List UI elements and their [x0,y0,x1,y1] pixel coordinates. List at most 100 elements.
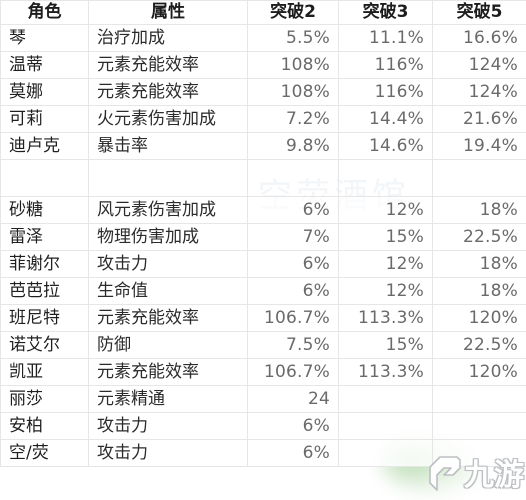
cell-ascension-2[interactable]: 108% [247,51,339,79]
table-row[interactable]: 雷泽 物理伤害加成 7% 15% 22.5% [0,223,526,251]
cell-ascension-3[interactable]: 15% [338,223,433,251]
table-header: 角色 属性 突破2 突破3 突破5 [0,0,526,25]
table-row[interactable]: 温蒂 元素充能效率 108% 116% 124% [0,51,526,79]
cell-character[interactable]: 诺艾尔 [0,331,89,359]
table-header-row: 角色 属性 突破2 突破3 突破5 [0,0,526,25]
cell-ascension-5[interactable]: 18% [432,250,526,278]
cell-character[interactable]: 菲谢尔 [0,250,89,278]
cell-attribute[interactable]: 火元素伤害加成 [88,105,248,133]
cell-ascension-5[interactable]: 22.5% [432,223,526,251]
cell-attribute[interactable]: 攻击力 [88,250,248,278]
cell-attribute[interactable]: 治疗加成 [88,24,248,52]
column-header-ascension-5[interactable]: 突破5 [432,0,526,25]
table-row[interactable]: 班尼特 元素充能效率 106.7% 113.3% 120% [0,304,526,332]
cell-ascension-2[interactable]: 5.5% [247,24,339,52]
cell-ascension-2[interactable]: 106.7% [247,358,339,386]
table-row[interactable]: 丽莎 元素精通 24 [0,385,526,413]
cell-ascension-2[interactable]: 9.8% [247,132,339,160]
cell-ascension-2[interactable]: 7.2% [247,105,339,133]
cell-ascension-2[interactable]: 106.7% [247,304,339,332]
cell-ascension-5[interactable]: 120% [432,358,526,386]
cell-ascension-3[interactable]: 11.1% [338,24,433,52]
cell-character[interactable]: 芭芭拉 [0,277,89,305]
cell-attribute[interactable]: 生命值 [88,277,248,305]
cell-ascension-5[interactable]: 120% [432,304,526,332]
cell-ascension-2[interactable]: 7% [247,223,339,251]
cell-ascension-3[interactable]: 113.3% [338,304,433,332]
table-row[interactable]: 菲谢尔 攻击力 6% 12% 18% [0,250,526,278]
cell-empty [338,412,433,440]
cell-ascension-3[interactable]: 116% [338,78,433,106]
cell-ascension-2[interactable]: 108% [247,78,339,106]
cell-ascension-2[interactable]: 7.5% [247,331,339,359]
cell-character[interactable]: 雷泽 [0,223,89,251]
cell-character[interactable]: 安柏 [0,412,89,440]
cell-ascension-3[interactable]: 12% [338,250,433,278]
spacer-cell [88,159,248,197]
cell-character[interactable]: 莫娜 [0,78,89,106]
cell-attribute[interactable]: 元素充能效率 [88,51,248,79]
cell-character[interactable]: 砂糖 [0,196,89,224]
cell-ascension-5[interactable]: 124% [432,51,526,79]
cell-attribute[interactable]: 元素充能效率 [88,78,248,106]
cell-ascension-5[interactable]: 18% [432,277,526,305]
cell-character[interactable]: 可莉 [0,105,89,133]
cell-ascension-5[interactable]: 22.5% [432,331,526,359]
column-header-character[interactable]: 角色 [0,0,89,25]
spacer-cell [247,159,339,197]
cell-ascension-2[interactable]: 6% [247,412,339,440]
spacer-cell [0,159,89,197]
spacer-cell [432,159,526,197]
cell-ascension-3[interactable]: 14.4% [338,105,433,133]
cell-attribute[interactable]: 攻击力 [88,439,248,467]
cell-ascension-5[interactable]: 19.4% [432,132,526,160]
cell-ascension-5[interactable]: 124% [432,78,526,106]
column-header-attribute[interactable]: 属性 [88,0,248,25]
cell-ascension-5[interactable]: 18% [432,196,526,224]
column-header-ascension-3[interactable]: 突破3 [338,0,433,25]
cell-empty [432,439,526,467]
cell-ascension-3[interactable]: 12% [338,277,433,305]
table-row[interactable]: 空/荧 攻击力 6% [0,439,526,467]
table-row[interactable]: 可莉 火元素伤害加成 7.2% 14.4% 21.6% [0,105,526,133]
column-header-ascension-2[interactable]: 突破2 [247,0,339,25]
cell-ascension-3[interactable]: 14.6% [338,132,433,160]
cell-character[interactable]: 凯亚 [0,358,89,386]
table-row[interactable]: 琴治疗加成 5.5% 11.1% 16.6% [0,24,526,52]
cell-ascension-3[interactable]: 116% [338,51,433,79]
cell-empty [432,412,526,440]
ascension-stats-table: 角色 属性 突破2 突破3 突破5 琴治疗加成 5.5% 11.1% 16.6% 温蒂元… [0,0,526,467]
cell-ascension-3[interactable]: 113.3% [338,358,433,386]
cell-attribute[interactable]: 元素充能效率 [88,304,248,332]
cell-attribute[interactable]: 攻击力 [88,412,248,440]
cell-character[interactable]: 班尼特 [0,304,89,332]
spacer-cell [338,159,433,197]
cell-ascension-2[interactable]: 6% [247,439,339,467]
table-row[interactable]: 诺艾尔 防御 7.5% 15% 22.5% [0,331,526,359]
table-row[interactable]: 芭芭拉 生命值 6% 12% 18% [0,277,526,305]
table-row[interactable]: 安柏 攻击力 6% [0,412,526,440]
cell-attribute[interactable]: 元素充能效率 [88,358,248,386]
cell-attribute[interactable]: 物理伤害加成 [88,223,248,251]
cell-ascension-3[interactable]: 15% [338,331,433,359]
cell-ascension-5[interactable]: 21.6% [432,105,526,133]
cell-ascension-2[interactable]: 6% [247,250,339,278]
table-row[interactable]: 砂糖 风元素伤害加成 6% 12% 18% [0,196,526,224]
cell-attribute[interactable]: 防御 [88,331,248,359]
cell-character[interactable]: 迪卢克 [0,132,89,160]
cell-ascension-2[interactable]: 24 [247,385,339,413]
cell-character[interactable]: 空/荧 [0,439,89,467]
cell-character[interactable]: 丽莎 [0,385,89,413]
table-row[interactable]: 莫娜 元素充能效率 108% 116% 124% [0,78,526,106]
cell-attribute[interactable]: 元素精通 [88,385,248,413]
cell-ascension-2[interactable]: 6% [247,277,339,305]
cell-attribute[interactable]: 风元素伤害加成 [88,196,248,224]
table-row[interactable]: 迪卢克 暴击率 9.8% 14.6% 19.4% [0,132,526,160]
cell-ascension-3[interactable]: 12% [338,196,433,224]
cell-attribute[interactable]: 暴击率 [88,132,248,160]
cell-ascension-2[interactable]: 6% [247,196,339,224]
cell-character[interactable]: 琴 [0,24,89,52]
table-row[interactable]: 凯亚 元素充能效率 106.7% 113.3% 120% [0,358,526,386]
cell-ascension-5[interactable]: 16.6% [432,24,526,52]
cell-character[interactable]: 温蒂 [0,51,89,79]
